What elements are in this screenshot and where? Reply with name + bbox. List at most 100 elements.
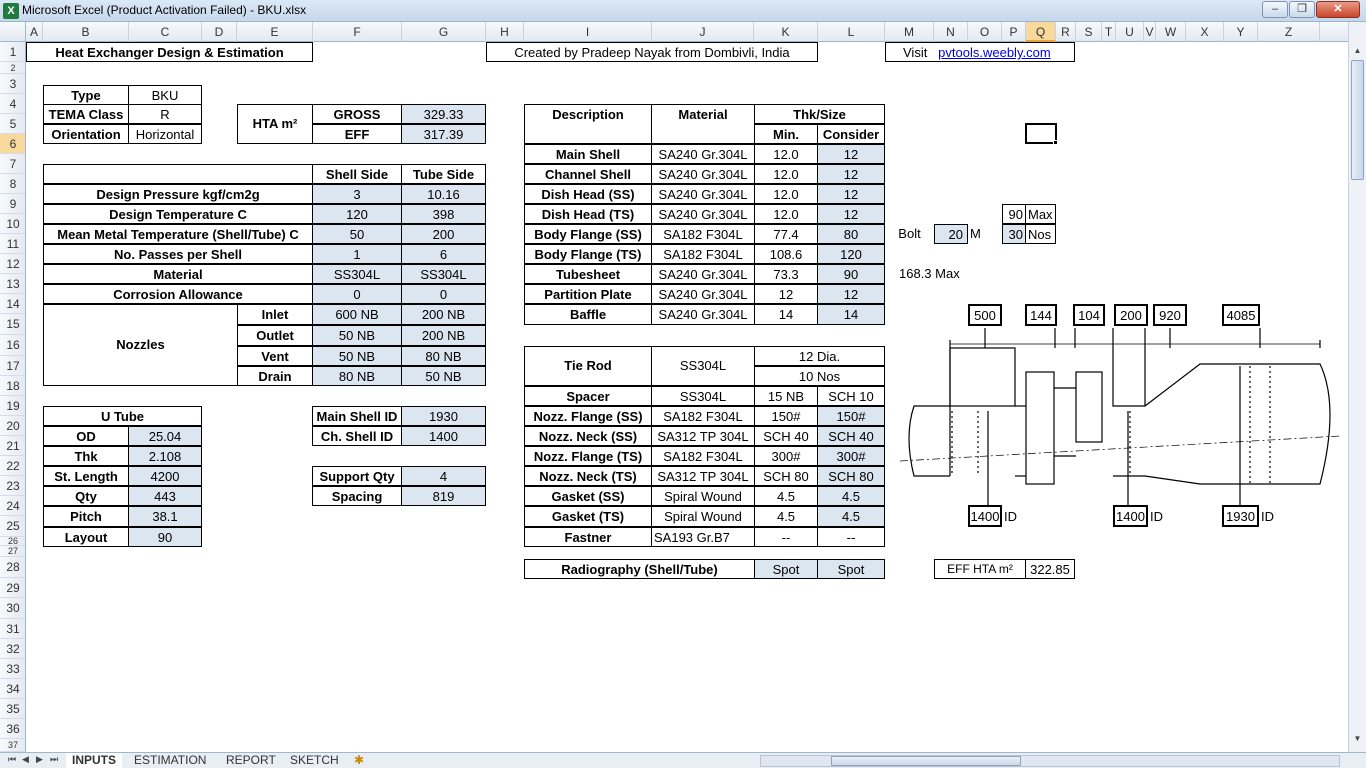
row-header[interactable]: 33 xyxy=(0,659,25,679)
fitting-material[interactable]: SA182 F304L xyxy=(651,446,755,466)
orientation-value[interactable]: Horizontal xyxy=(128,124,202,144)
nozzle-shell-value[interactable]: 80 NB xyxy=(312,366,402,386)
column-header[interactable]: N xyxy=(934,22,968,42)
nozzle-shell-value[interactable]: 50 NB xyxy=(312,325,402,346)
row-header[interactable]: 27 xyxy=(0,546,25,557)
column-header[interactable]: Z xyxy=(1258,22,1320,42)
insert-sheet-icon[interactable]: ✱ xyxy=(348,753,370,769)
fitting-material[interactable]: SA182 F304L xyxy=(651,406,755,426)
column-header[interactable]: S xyxy=(1076,22,1102,42)
component-consider[interactable]: 120 xyxy=(817,244,885,264)
fitting-material[interactable]: SA193 Gr.B7 xyxy=(651,527,755,547)
column-header[interactable]: V xyxy=(1144,22,1156,42)
row-header[interactable]: 28 xyxy=(0,557,25,578)
minimize-button[interactable]: – xyxy=(1262,1,1288,18)
bolt-size-value[interactable]: 20 xyxy=(934,224,968,244)
column-header[interactable]: Y xyxy=(1224,22,1258,42)
row-header[interactable]: 9 xyxy=(0,194,25,214)
tab-report[interactable]: REPORT xyxy=(220,753,282,769)
utube-value[interactable]: 4200 xyxy=(128,466,202,486)
row-header[interactable]: 17 xyxy=(0,356,25,376)
component-material[interactable]: SA240 Gr.304L xyxy=(651,264,755,284)
tie-rod-material[interactable]: SS304L xyxy=(651,346,755,386)
column-header[interactable]: B xyxy=(43,22,129,42)
fitting-consider[interactable]: SCH 80 xyxy=(817,466,885,486)
design-row-shell-value[interactable]: 3 xyxy=(312,184,402,204)
design-row-tube-value[interactable]: 0 xyxy=(401,284,486,304)
component-consider[interactable]: 12 xyxy=(817,204,885,224)
radiography-shell[interactable]: Spot xyxy=(754,559,818,579)
channel-shell-id-value[interactable]: 1400 xyxy=(401,426,486,446)
row-header[interactable]: 8 xyxy=(0,174,25,194)
utube-value[interactable]: 90 xyxy=(128,527,202,547)
row-header[interactable]: 32 xyxy=(0,639,25,659)
support-qty-value[interactable]: 4 xyxy=(401,466,486,486)
horizontal-scrollbar[interactable] xyxy=(760,755,1340,767)
website-link[interactable]: pvtools.weebly.com xyxy=(938,45,1050,60)
column-header[interactable]: I xyxy=(524,22,652,42)
utube-value[interactable]: 25.04 xyxy=(128,426,202,446)
component-consider[interactable]: 12 xyxy=(817,164,885,184)
radiography-tube[interactable]: Spot xyxy=(817,559,885,579)
utube-value[interactable]: 38.1 xyxy=(128,506,202,527)
nozzle-tube-value[interactable]: 200 NB xyxy=(401,304,486,325)
column-header-selected[interactable]: Q xyxy=(1026,22,1056,42)
column-header[interactable]: W xyxy=(1156,22,1186,42)
last-sheet-icon[interactable]: ⏭ xyxy=(50,754,58,765)
fitting-material[interactable]: Spiral Wound xyxy=(651,506,755,527)
component-consider[interactable]: 12 xyxy=(817,144,885,164)
row-header[interactable]: 14 xyxy=(0,294,25,314)
column-header[interactable]: H xyxy=(486,22,524,42)
fill-handle[interactable] xyxy=(1053,140,1058,145)
nozzle-tube-value[interactable]: 50 NB xyxy=(401,366,486,386)
column-header[interactable]: U xyxy=(1116,22,1144,42)
row-header[interactable]: 7 xyxy=(0,154,25,174)
nozzle-tube-value[interactable]: 80 NB xyxy=(401,346,486,366)
design-row-shell-value[interactable]: 0 xyxy=(312,284,402,304)
column-header[interactable]: D xyxy=(202,22,237,42)
hta-eff-value[interactable]: 317.39 xyxy=(401,124,486,144)
component-consider[interactable]: 12 xyxy=(817,184,885,204)
type-value[interactable]: BKU xyxy=(128,85,202,105)
scroll-up-icon[interactable]: ▲ xyxy=(1351,46,1364,60)
first-sheet-icon[interactable]: ⏮ xyxy=(8,754,16,765)
column-header[interactable]: J xyxy=(652,22,754,42)
fitting-material[interactable]: SS304L xyxy=(651,386,755,406)
prev-sheet-icon[interactable]: ◀ xyxy=(22,754,29,765)
component-consider[interactable]: 80 xyxy=(817,224,885,244)
support-spacing-value[interactable]: 819 xyxy=(401,486,486,506)
row-header[interactable]: 16 xyxy=(0,335,25,356)
row-header[interactable]: 35 xyxy=(0,699,25,719)
sheet-title[interactable]: Heat Exchanger Design & Estimation xyxy=(26,42,313,62)
component-material[interactable]: SA240 Gr.304L xyxy=(651,284,755,304)
design-row-tube-value[interactable]: SS304L xyxy=(401,264,486,284)
design-row-shell-value[interactable]: SS304L xyxy=(312,264,402,284)
column-header[interactable]: X xyxy=(1186,22,1224,42)
design-row-tube-value[interactable]: 10.16 xyxy=(401,184,486,204)
select-all-corner[interactable] xyxy=(0,22,26,42)
visit-cell[interactable]: Visit pvtools.weebly.com xyxy=(885,42,1075,62)
close-button[interactable]: ✕ xyxy=(1316,1,1360,18)
fitting-material[interactable]: Spiral Wound xyxy=(651,486,755,506)
excel-app-icon[interactable]: X xyxy=(3,3,19,19)
fitting-consider[interactable]: 300# xyxy=(817,446,885,466)
row-header[interactable]: 1 xyxy=(0,42,25,62)
column-header[interactable]: P xyxy=(1002,22,1026,42)
utube-value[interactable]: 443 xyxy=(128,486,202,506)
row-header[interactable]: 4 xyxy=(0,94,25,114)
column-header[interactable]: O xyxy=(968,22,1002,42)
column-header[interactable]: E xyxy=(237,22,313,42)
design-row-tube-value[interactable]: 398 xyxy=(401,204,486,224)
component-material[interactable]: SA182 F304L xyxy=(651,244,755,264)
nozzle-tube-value[interactable]: 200 NB xyxy=(401,325,486,346)
component-material[interactable]: SA240 Gr.304L xyxy=(651,144,755,164)
bolt-nos-value[interactable]: 30 xyxy=(1002,224,1026,244)
main-shell-id-value[interactable]: 1930 xyxy=(401,406,486,426)
row-header[interactable]: 22 xyxy=(0,456,25,476)
design-row-tube-value[interactable]: 6 xyxy=(401,244,486,264)
row-header[interactable]: 12 xyxy=(0,254,25,274)
row-header[interactable]: 29 xyxy=(0,578,25,598)
fitting-consider[interactable]: -- xyxy=(817,527,885,547)
column-header[interactable]: F xyxy=(313,22,402,42)
tema-value[interactable]: R xyxy=(128,104,202,124)
